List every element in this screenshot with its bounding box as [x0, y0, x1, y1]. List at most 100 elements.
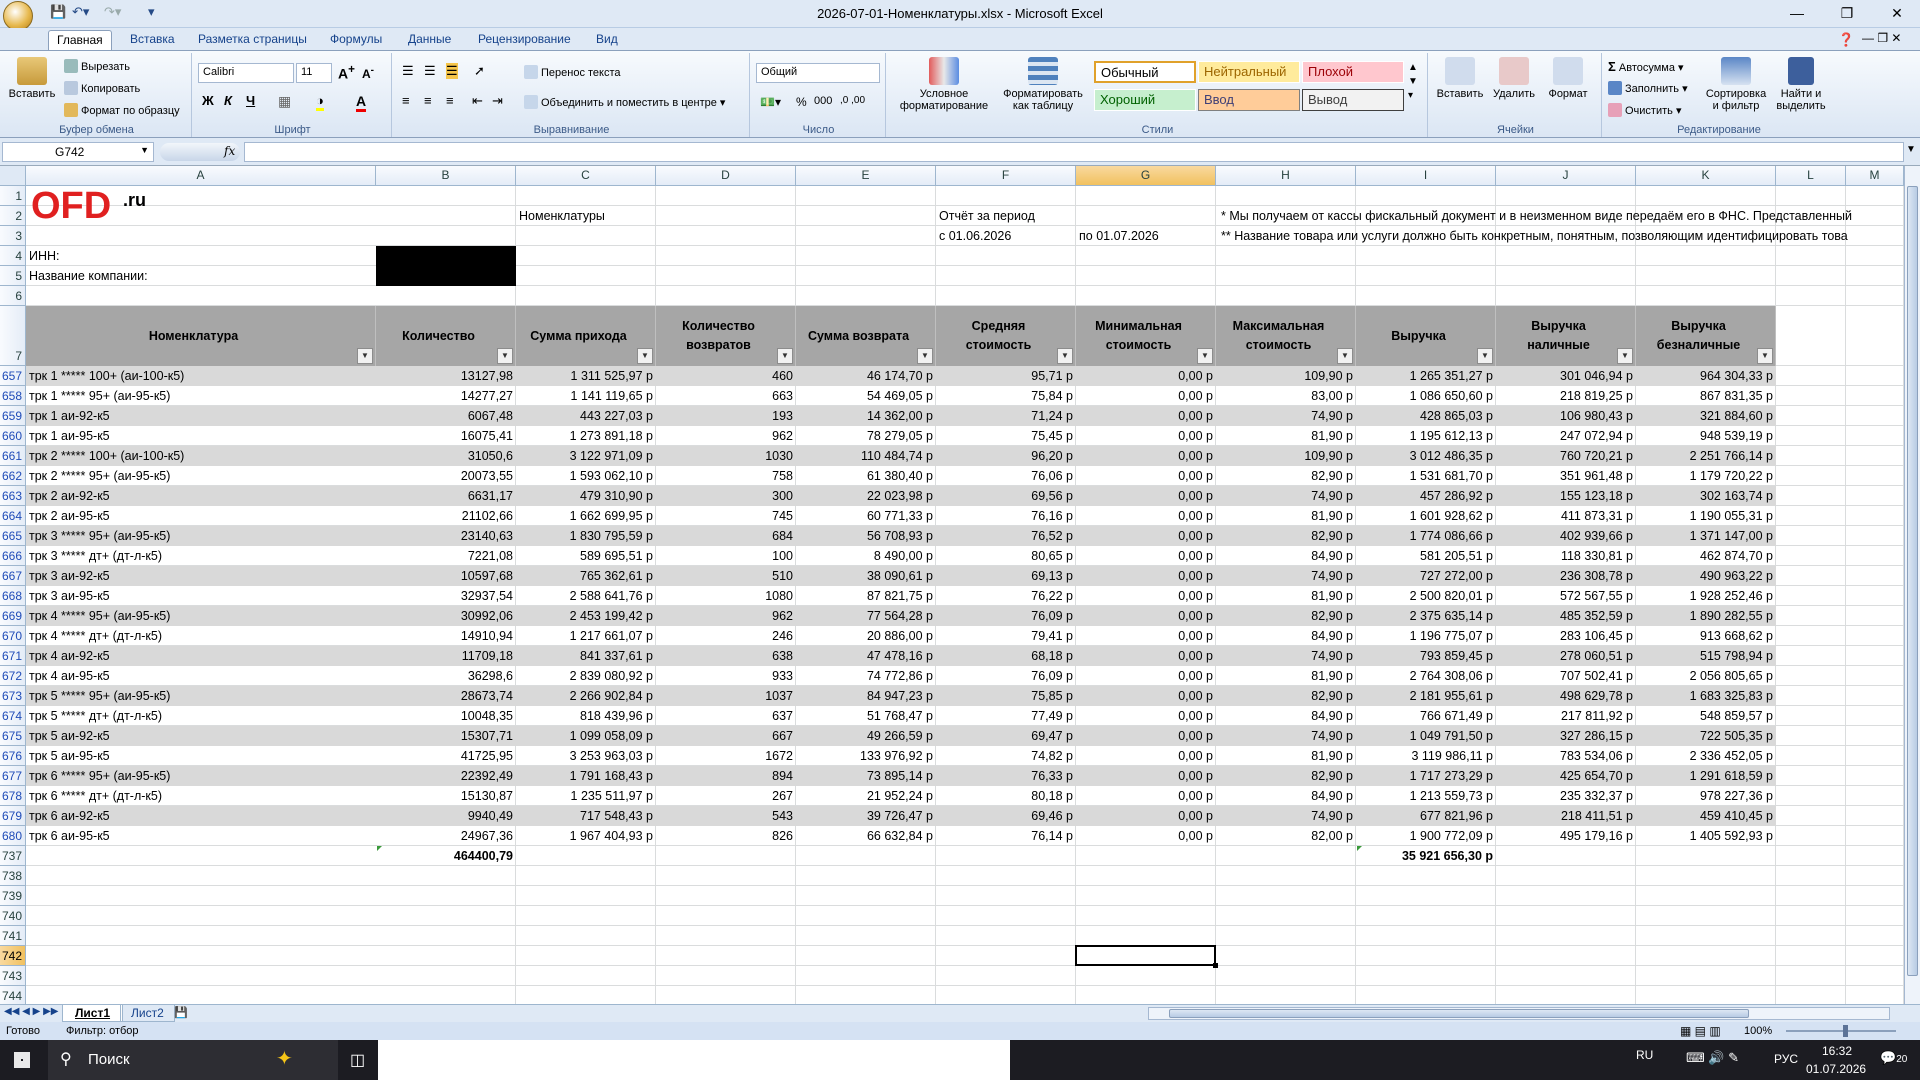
- nomenclature-cell[interactable]: трк 6 ***** дт+ (дт-л-к5): [26, 786, 376, 806]
- value-cell[interactable]: 8 490,00 р: [796, 546, 936, 566]
- column-header-b[interactable]: B: [376, 166, 516, 186]
- value-cell[interactable]: 0,00 р: [1076, 526, 1216, 546]
- clear-button[interactable]: Очистить ▾: [1608, 103, 1681, 117]
- total-quantity[interactable]: 464400,79: [376, 846, 516, 866]
- period-to[interactable]: по 01.07.2026: [1076, 226, 1216, 246]
- value-cell[interactable]: 6631,17: [376, 486, 516, 506]
- value-cell[interactable]: 1 273 891,18 р: [516, 426, 656, 446]
- value-cell[interactable]: 77 564,28 р: [796, 606, 936, 626]
- value-cell[interactable]: 218 819,25 р: [1496, 386, 1636, 406]
- value-cell[interactable]: 1 900 772,09 р: [1356, 826, 1496, 846]
- row-header-4[interactable]: 4: [0, 246, 26, 266]
- nomenclature-cell[interactable]: трк 2 аи-92-к5: [26, 486, 376, 506]
- column-header-l[interactable]: L: [1776, 166, 1846, 186]
- nomenclature-cell[interactable]: трк 4 аи-92-к5: [26, 646, 376, 666]
- value-cell[interactable]: 76,16 р: [936, 506, 1076, 526]
- value-cell[interactable]: 1 311 525,97 р: [516, 366, 656, 386]
- table-header-3[interactable]: Сумма прихода ▼: [516, 306, 656, 366]
- value-cell[interactable]: 2 181 955,61 р: [1356, 686, 1496, 706]
- value-cell[interactable]: 109,90 р: [1216, 366, 1356, 386]
- table-header-8[interactable]: Максимальная стоимость ▼: [1216, 306, 1356, 366]
- value-cell[interactable]: 246: [656, 626, 796, 646]
- row-header-662[interactable]: 662: [0, 466, 26, 486]
- indent-icon[interactable]: ⇥: [492, 93, 503, 109]
- value-cell[interactable]: 667: [656, 726, 796, 746]
- percent-icon[interactable]: %: [796, 95, 807, 109]
- value-cell[interactable]: 74 772,86 р: [796, 666, 936, 686]
- value-cell[interactable]: 71,24 р: [936, 406, 1076, 426]
- row-header-670[interactable]: 670: [0, 626, 26, 646]
- tab-view[interactable]: Вид: [588, 30, 626, 50]
- value-cell[interactable]: 74,90 р: [1216, 646, 1356, 666]
- column-header-c[interactable]: C: [516, 166, 656, 186]
- value-cell[interactable]: 2 375 635,14 р: [1356, 606, 1496, 626]
- value-cell[interactable]: 2 266 902,84 р: [516, 686, 656, 706]
- underline-icon[interactable]: Ч: [246, 93, 255, 108]
- value-cell[interactable]: 783 534,06 р: [1496, 746, 1636, 766]
- selected-cell[interactable]: [1075, 945, 1216, 966]
- row-header-739[interactable]: 739: [0, 886, 26, 906]
- orientation-icon[interactable]: ➚: [474, 63, 485, 79]
- value-cell[interactable]: 0,00 р: [1076, 646, 1216, 666]
- row-header-742[interactable]: 742: [0, 946, 26, 966]
- value-cell[interactable]: 56 708,93 р: [796, 526, 936, 546]
- value-cell[interactable]: 38 090,61 р: [796, 566, 936, 586]
- value-cell[interactable]: 589 695,51 р: [516, 546, 656, 566]
- row-header-672[interactable]: 672: [0, 666, 26, 686]
- company-label[interactable]: Название компании:: [26, 266, 376, 286]
- nomenclature-cell[interactable]: трк 3 аи-95-к5: [26, 586, 376, 606]
- value-cell[interactable]: 548 859,57 р: [1636, 706, 1776, 726]
- value-cell[interactable]: 22392,49: [376, 766, 516, 786]
- row-header-673[interactable]: 673: [0, 686, 26, 706]
- value-cell[interactable]: 1 195 612,13 р: [1356, 426, 1496, 446]
- value-cell[interactable]: 766 671,49 р: [1356, 706, 1496, 726]
- value-cell[interactable]: 321 884,60 р: [1636, 406, 1776, 426]
- value-cell[interactable]: 793 859,45 р: [1356, 646, 1496, 666]
- restore-icon[interactable]: ❐: [1828, 2, 1866, 26]
- value-cell[interactable]: 0,00 р: [1076, 826, 1216, 846]
- grow-font-icon[interactable]: A+: [338, 63, 355, 82]
- minimize-icon[interactable]: —: [1778, 2, 1816, 26]
- value-cell[interactable]: 23140,63: [376, 526, 516, 546]
- nomenclature-cell[interactable]: трк 1 аи-95-к5: [26, 426, 376, 446]
- value-cell[interactable]: 16075,41: [376, 426, 516, 446]
- tray-icons[interactable]: ⌨ 🔊 ✎: [1686, 1050, 1739, 1066]
- total-revenue[interactable]: 35 921 656,30 р: [1356, 846, 1496, 866]
- row-header-743[interactable]: 743: [0, 966, 26, 986]
- row-header-740[interactable]: 740: [0, 906, 26, 926]
- wrap-text-button[interactable]: Перенос текста: [524, 65, 621, 79]
- value-cell[interactable]: 684: [656, 526, 796, 546]
- value-cell[interactable]: 193: [656, 406, 796, 426]
- value-cell[interactable]: 76,52 р: [936, 526, 1076, 546]
- tray-date[interactable]: 01.07.2026: [1806, 1062, 1866, 1076]
- period-from[interactable]: с 01.06.2026: [936, 226, 1076, 246]
- value-cell[interactable]: 76,06 р: [936, 466, 1076, 486]
- autosum-button[interactable]: Σ Автосумма ▾: [1608, 59, 1684, 74]
- value-cell[interactable]: 15130,87: [376, 786, 516, 806]
- value-cell[interactable]: 745: [656, 506, 796, 526]
- value-cell[interactable]: 81,90 р: [1216, 666, 1356, 686]
- value-cell[interactable]: 327 286,15 р: [1496, 726, 1636, 746]
- row-header-3[interactable]: 3: [0, 226, 26, 246]
- value-cell[interactable]: 0,00 р: [1076, 786, 1216, 806]
- value-cell[interactable]: 428 865,03 р: [1356, 406, 1496, 426]
- value-cell[interactable]: 10048,35: [376, 706, 516, 726]
- value-cell[interactable]: 84,90 р: [1216, 626, 1356, 646]
- value-cell[interactable]: 0,00 р: [1076, 626, 1216, 646]
- table-header-7[interactable]: Минимальная стоимость ▼: [1076, 306, 1216, 366]
- nomenclature-cell[interactable]: трк 5 аи-95-к5: [26, 746, 376, 766]
- notification-icon[interactable]: 💬20: [1880, 1050, 1907, 1066]
- value-cell[interactable]: 0,00 р: [1076, 606, 1216, 626]
- value-cell[interactable]: 69,47 р: [936, 726, 1076, 746]
- row-header-671[interactable]: 671: [0, 646, 26, 666]
- value-cell[interactable]: 0,00 р: [1076, 726, 1216, 746]
- value-cell[interactable]: 663: [656, 386, 796, 406]
- value-cell[interactable]: 964 304,33 р: [1636, 366, 1776, 386]
- value-cell[interactable]: 24967,36: [376, 826, 516, 846]
- zoom-level[interactable]: 100%: [1744, 1022, 1772, 1040]
- value-cell[interactable]: 1 683 325,83 р: [1636, 686, 1776, 706]
- nomenclature-cell[interactable]: трк 5 аи-92-к5: [26, 726, 376, 746]
- insert-cells-button[interactable]: Вставить: [1434, 57, 1486, 100]
- align-bottom-icon[interactable]: ☰: [446, 63, 458, 79]
- nomenclature-cell[interactable]: трк 3 аи-92-к5: [26, 566, 376, 586]
